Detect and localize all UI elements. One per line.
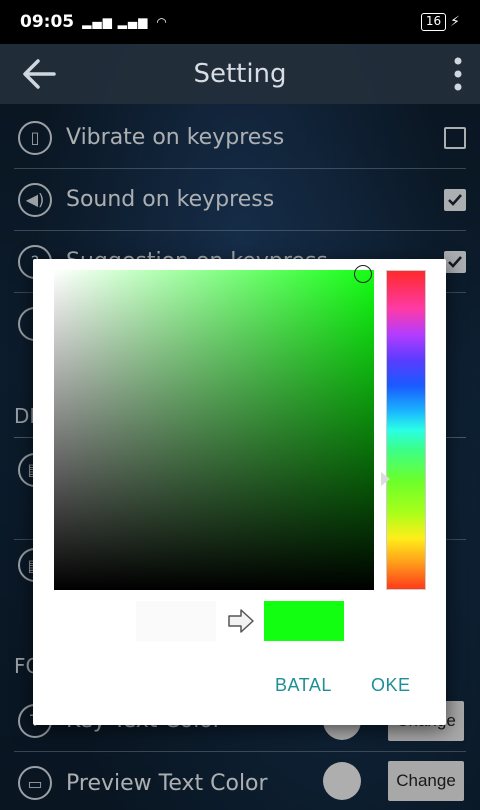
status-bar: 09:05 ▂▄▆ ▂▄▆ ◠ 16 ⚡ [0, 0, 480, 44]
saturation-value-picker[interactable] [54, 270, 374, 590]
color-picker-dialog: BATAL OKE [33, 259, 446, 725]
status-time: 09:05 [20, 12, 75, 32]
picker-cursor[interactable] [354, 265, 372, 283]
hue-slider-handle[interactable] [381, 472, 390, 486]
overflow-menu-icon[interactable] [452, 56, 464, 92]
app-bar: Setting [0, 44, 480, 104]
page-title: Setting [193, 59, 287, 89]
status-right: 16 ⚡ [420, 13, 460, 31]
charging-icon: ⚡ [450, 14, 460, 30]
arrow-right-icon [228, 609, 254, 633]
ok-button[interactable]: OKE [371, 675, 411, 696]
battery-icon: 16 [420, 13, 447, 31]
previous-color-preview [136, 601, 216, 641]
hue-slider[interactable] [386, 270, 426, 590]
wifi-icon: ◠ [156, 15, 168, 29]
new-color-preview [264, 601, 344, 641]
cancel-button[interactable]: BATAL [275, 675, 332, 696]
signal-icon: ▂▄▆ ▂▄▆ [82, 15, 149, 29]
